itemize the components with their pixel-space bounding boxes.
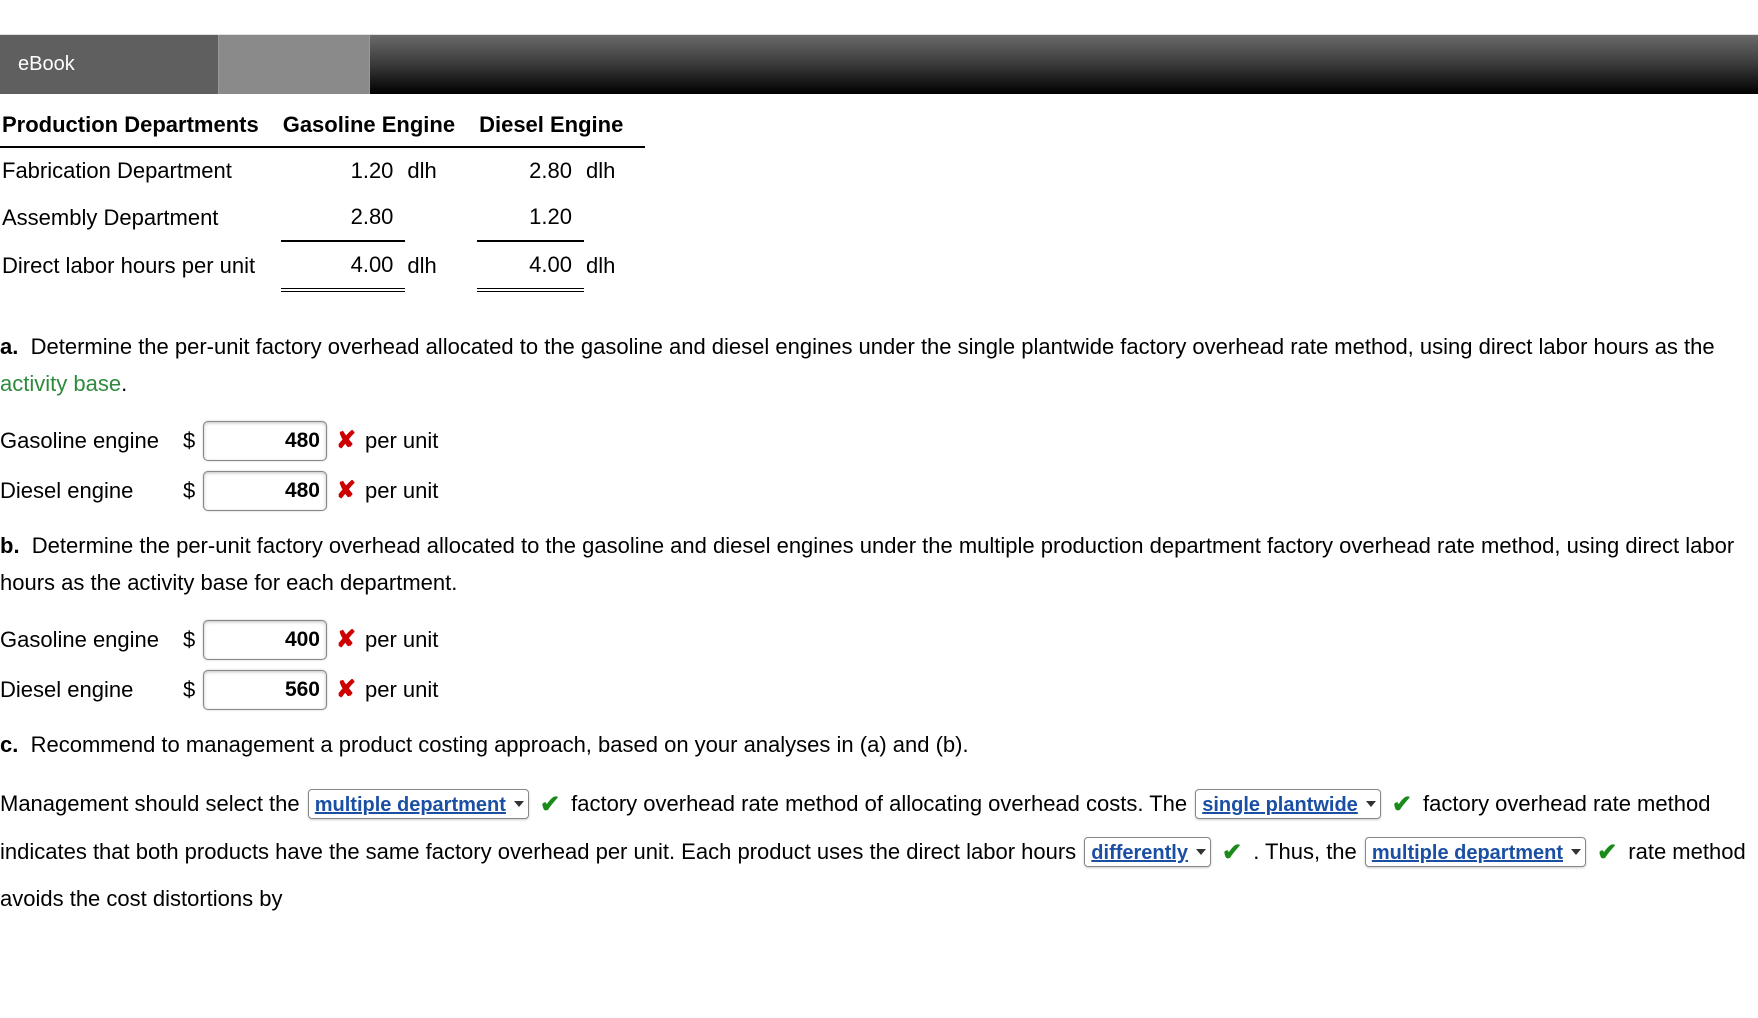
question-text: Determine the per-unit factory overhead …	[0, 533, 1734, 595]
check-icon: ✔	[1391, 781, 1413, 829]
table-row: Fabrication Department 1.20 dlh 2.80 dlh	[0, 147, 645, 194]
answer-input-a-diesel[interactable]	[203, 471, 327, 511]
answer-suffix: per unit	[365, 677, 438, 703]
question-letter: b.	[0, 533, 20, 558]
question-c: c. Recommend to management a product cos…	[0, 726, 1758, 763]
answer-label: Gasoline engine	[0, 627, 175, 653]
cell-unit: dlh	[584, 241, 645, 290]
dropdown-c2[interactable]: single plantwide	[1195, 789, 1381, 819]
answer-label: Diesel engine	[0, 478, 175, 504]
cell-total: 4.00	[281, 241, 406, 290]
chevron-down-icon	[1366, 801, 1376, 807]
answer-input-a-gasoline[interactable]	[203, 421, 327, 461]
chevron-down-icon	[1196, 849, 1206, 855]
dlh-table: Production Departments Gasoline Engine D…	[0, 104, 645, 312]
top-strip	[0, 0, 1758, 35]
toolbar-blank-tab[interactable]	[219, 35, 370, 94]
cell-value: 1.20	[281, 147, 406, 194]
currency-symbol: $	[183, 627, 195, 653]
row-label: Assembly Department	[0, 194, 281, 241]
cell-unit: dlh	[405, 241, 477, 290]
answer-input-b-gasoline[interactable]	[203, 620, 327, 660]
row-label: Direct labor hours per unit	[0, 241, 281, 290]
table-row: Assembly Department 2.80 1.20	[0, 194, 645, 241]
currency-symbol: $	[183, 677, 195, 703]
check-icon: ✔	[1221, 829, 1243, 877]
wrong-icon: ✘	[335, 426, 357, 455]
currency-symbol: $	[183, 428, 195, 454]
cell-unit: dlh	[405, 147, 477, 194]
question-text: Recommend to management a product costin…	[31, 732, 969, 757]
answer-row: Diesel engine $ ✘ per unit	[0, 471, 1758, 511]
question-a: a. Determine the per-unit factory overhe…	[0, 328, 1758, 403]
currency-symbol: $	[183, 478, 195, 504]
toolbar: eBook	[0, 35, 1758, 94]
col-header-depts: Production Departments	[0, 104, 281, 147]
answer-suffix: per unit	[365, 428, 438, 454]
dropdown-value: multiple department	[1372, 842, 1563, 864]
cell-value: 2.80	[281, 194, 406, 241]
ebook-button[interactable]: eBook	[0, 35, 219, 94]
wrong-icon: ✘	[335, 675, 357, 704]
cell-value: 2.80	[477, 147, 584, 194]
col-header-diesel: Diesel Engine	[477, 104, 645, 147]
question-b: b. Determine the per-unit factory overhe…	[0, 527, 1758, 602]
dropdown-c4[interactable]: multiple department	[1365, 837, 1586, 867]
wrong-icon: ✘	[335, 476, 357, 505]
dropdown-c3[interactable]: differently	[1084, 837, 1211, 867]
col-header-gasoline: Gasoline Engine	[281, 104, 477, 147]
wrong-icon: ✘	[335, 625, 357, 654]
row-label: Fabrication Department	[0, 147, 281, 194]
question-text: Determine the per-unit factory overhead …	[31, 334, 1715, 359]
check-icon: ✔	[539, 781, 561, 829]
cell-unit	[584, 194, 645, 241]
dropdown-c1[interactable]: multiple department	[308, 789, 529, 819]
table-total-row: Direct labor hours per unit 4.00 dlh 4.0…	[0, 241, 645, 290]
content-area: Production Departments Gasoline Engine D…	[0, 104, 1758, 921]
question-letter: c.	[0, 732, 18, 757]
answer-row: Gasoline engine $ ✘ per unit	[0, 421, 1758, 461]
answer-row: Gasoline engine $ ✘ per unit	[0, 620, 1758, 660]
dropdown-value: multiple department	[315, 794, 506, 816]
cell-total: 4.00	[477, 241, 584, 290]
answer-label: Diesel engine	[0, 677, 175, 703]
chevron-down-icon	[514, 801, 524, 807]
answer-row: Diesel engine $ ✘ per unit	[0, 670, 1758, 710]
dropdown-value: differently	[1091, 842, 1188, 864]
question-text: .	[121, 371, 127, 396]
answer-suffix: per unit	[365, 627, 438, 653]
answer-input-b-diesel[interactable]	[203, 670, 327, 710]
flow-text: . Thus, the	[1253, 839, 1363, 864]
cell-unit: dlh	[584, 147, 645, 194]
cell-unit	[405, 194, 477, 241]
flow-text: Management should select the	[0, 791, 306, 816]
table-underline-row	[0, 290, 645, 312]
flow-text: factory overhead rate method of allocati…	[571, 791, 1193, 816]
dropdown-value: single plantwide	[1202, 794, 1358, 816]
question-letter: a.	[0, 334, 18, 359]
answer-suffix: per unit	[365, 478, 438, 504]
check-icon: ✔	[1596, 829, 1618, 877]
activity-base-link[interactable]: activity base	[0, 371, 121, 396]
answer-c-paragraph: Management should select the multiple de…	[0, 781, 1758, 921]
cell-value: 1.20	[477, 194, 584, 241]
chevron-down-icon	[1571, 849, 1581, 855]
answer-label: Gasoline engine	[0, 428, 175, 454]
ebook-label: eBook	[18, 53, 75, 76]
